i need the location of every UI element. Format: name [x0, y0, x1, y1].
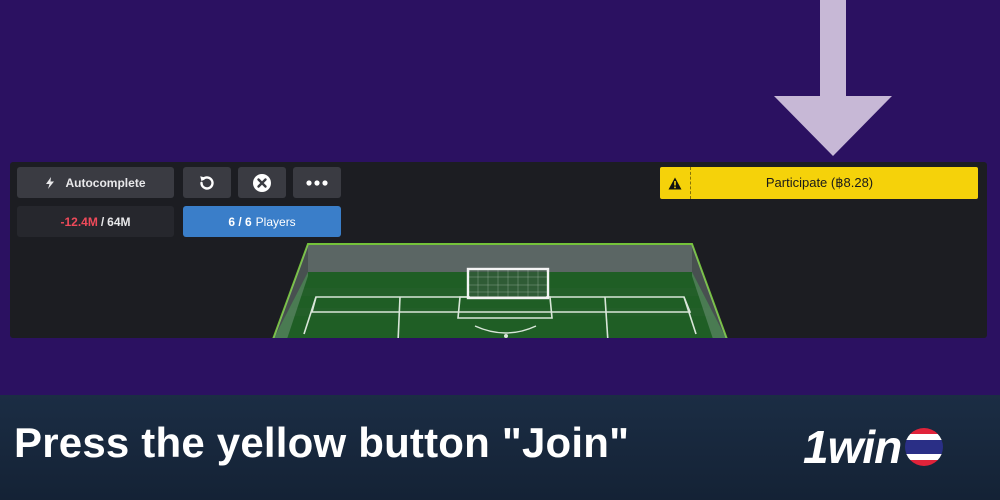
warning-icon — [660, 167, 691, 199]
players-count: 6 / 6 — [228, 214, 252, 229]
balance-separator: / — [100, 214, 105, 229]
refresh-button[interactable] — [183, 167, 231, 198]
players-button[interactable]: 6 / 6 Players — [183, 206, 341, 237]
autocomplete-button[interactable]: Autocomplete — [17, 167, 174, 198]
caption-bar: Press the yellow button "Join" 1win — [0, 395, 1000, 500]
pointer-arrow-icon — [774, 0, 892, 156]
thailand-flag-icon — [905, 428, 944, 466]
lightning-icon — [46, 176, 55, 189]
brand-logo: 1win — [803, 417, 944, 477]
game-panel: Autocomplete -12.4M / 64M 6 / 6 Players — [10, 162, 987, 338]
cancel-button[interactable] — [238, 167, 286, 198]
balance-max: 64M — [107, 214, 131, 229]
participate-button[interactable]: Participate (฿8.28) — [660, 167, 978, 199]
instruction-caption: Press the yellow button "Join" — [14, 419, 630, 466]
more-dots-icon — [306, 179, 328, 186]
autocomplete-label: Autocomplete — [65, 175, 146, 190]
logo-text: 1win — [803, 421, 902, 473]
balance-current: -12.4M — [60, 214, 98, 229]
football-pitch — [272, 243, 728, 338]
participate-amount: (฿8.28) — [830, 175, 874, 190]
participate-label: Participate (฿8.28) — [691, 175, 978, 191]
players-label: Players — [255, 214, 296, 229]
balance-display: -12.4M / 64M — [17, 206, 174, 237]
close-circle-icon — [253, 173, 271, 192]
participate-text: Participate — [765, 175, 828, 190]
more-options-button[interactable] — [293, 167, 341, 198]
refresh-icon — [200, 175, 214, 190]
